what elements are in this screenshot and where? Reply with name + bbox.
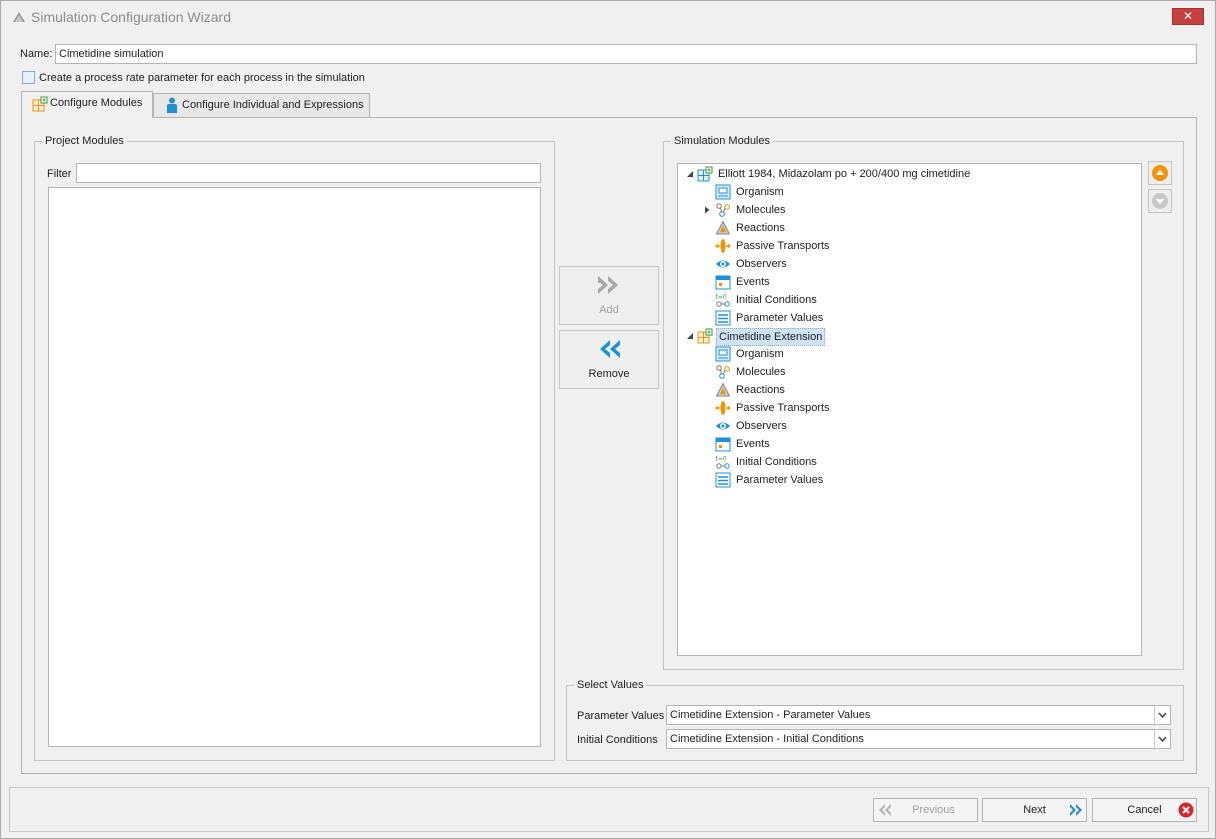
arrow-up-icon [1152, 165, 1168, 181]
initial-conditions-select[interactable]: Cimetidine Extension - Initial Condition… [666, 729, 1171, 749]
previous-button[interactable]: Previous [873, 798, 978, 822]
tree-building-block-label[interactable]: Passive Transports [734, 399, 832, 417]
remove-button-label: Remove [588, 368, 630, 380]
process-rate-checkbox-label[interactable]: Create a process rate parameter for each… [39, 71, 365, 85]
tree-building-block-row[interactable]: Events [678, 435, 1138, 453]
arrow-down-icon [1152, 193, 1168, 209]
simulation-modules-title: Simulation Modules [671, 134, 773, 148]
title-bar: Simulation Configuration Wizard ✕ [1, 1, 1215, 32]
parameter-values-label: Parameter Values [577, 710, 665, 722]
tree-building-block-label[interactable]: Organism [734, 345, 786, 363]
tree-building-block-row[interactable]: Reactions [678, 381, 1138, 399]
move-down-button[interactable] [1148, 189, 1172, 213]
close-icon: ✕ [1182, 9, 1194, 23]
tree-building-block-row[interactable]: Parameter Values [678, 309, 1138, 327]
parameter-values-dropdown-button[interactable] [1154, 706, 1170, 724]
double-chevron-right-icon [1070, 804, 1082, 816]
tree-building-block-row[interactable]: Parameter Values [678, 471, 1138, 489]
parameter-values-select[interactable]: Cimetidine Extension - Parameter Values [666, 705, 1171, 725]
tree-building-block-label[interactable]: Molecules [734, 363, 788, 381]
cancel-button[interactable]: Cancel [1092, 798, 1197, 822]
tab-configure-modules[interactable]: Configure Modules [21, 91, 153, 118]
remove-button[interactable]: Remove [559, 330, 659, 389]
tree-building-block-label[interactable]: Molecules [734, 201, 788, 219]
svg-text:t=0: t=0 [716, 456, 727, 463]
tree-building-block-label[interactable]: Events [734, 273, 772, 291]
cancel-icon [1178, 802, 1194, 818]
tree-building-block-label[interactable]: Reactions [734, 381, 787, 399]
double-chevron-left-icon [600, 340, 620, 358]
tree-building-block-label[interactable]: Observers [734, 255, 789, 273]
add-button[interactable]: Add [559, 266, 659, 325]
tree-building-block-row[interactable]: Molecules [678, 201, 1138, 219]
tree-building-block-row[interactable]: Passive Transports [678, 399, 1138, 417]
chevron-down-icon [1158, 712, 1167, 719]
window-close-button[interactable]: ✕ [1172, 8, 1204, 25]
tree-module-row[interactable]: Elliott 1984, Midazolam po + 200/400 mg … [678, 165, 1138, 183]
svg-text:t=0: t=0 [716, 294, 727, 301]
tree-building-block-label[interactable]: Parameter Values [734, 309, 825, 327]
move-up-button[interactable] [1148, 161, 1172, 185]
tree-module-label[interactable]: Cimetidine Extension [716, 328, 826, 346]
tree-building-block-label[interactable]: Organism [734, 183, 786, 201]
person-icon [167, 97, 177, 113]
select-values-title: Select Values [574, 678, 647, 692]
tree-building-block-row[interactable]: Observers [678, 417, 1138, 435]
tree-building-block-row[interactable]: Molecules [678, 363, 1138, 381]
name-label: Name: [20, 48, 53, 60]
initial-conditions-dropdown-button[interactable] [1154, 730, 1170, 748]
module-icon [32, 96, 48, 112]
project-modules-list[interactable] [48, 187, 541, 747]
parameter-values-select-value: Cimetidine Extension - Parameter Values [670, 709, 871, 721]
next-button[interactable]: Next [982, 798, 1087, 822]
tree-building-block-label[interactable]: Initial Conditions [734, 291, 819, 309]
project-modules-title: Project Modules [42, 134, 127, 148]
tab-configure-modules-label: Configure Modules [50, 97, 143, 109]
add-button-label: Add [599, 304, 619, 316]
tree-building-block-label[interactable]: Reactions [734, 219, 787, 237]
tree-building-block-row[interactable]: Passive Transports [678, 237, 1138, 255]
tab-configure-individual[interactable]: Configure Individual and Expressions [153, 93, 370, 118]
wizard-window: Simulation Configuration Wizard ✕ Name: … [0, 0, 1216, 839]
tree-module-row[interactable]: Cimetidine Extension [678, 327, 1138, 346]
window-title: Simulation Configuration Wizard [31, 9, 231, 25]
tree-building-block-label[interactable]: Parameter Values [734, 471, 825, 489]
name-input[interactable]: Cimetidine simulation [55, 44, 1197, 64]
chevron-down-icon [1158, 736, 1167, 743]
previous-button-label: Previous [912, 804, 955, 816]
tree-building-block-row[interactable]: Observers [678, 255, 1138, 273]
tree-building-block-row[interactable]: t=0 Initial Conditions [678, 453, 1138, 471]
tree-building-block-row[interactable]: t=0 Initial Conditions [678, 291, 1138, 309]
process-rate-checkbox[interactable] [22, 71, 35, 84]
tree-building-block-label[interactable]: Observers [734, 417, 789, 435]
tree-building-block-row[interactable]: Events [678, 273, 1138, 291]
tree-building-block-row[interactable]: Organism [678, 345, 1138, 363]
initial-conditions-select-value: Cimetidine Extension - Initial Condition… [670, 733, 864, 745]
tree-building-block-label[interactable]: Passive Transports [734, 237, 832, 255]
tab-configure-individual-label: Configure Individual and Expressions [182, 99, 364, 111]
tree-module-label[interactable]: Elliott 1984, Midazolam po + 200/400 mg … [716, 165, 972, 183]
tree-building-block-label[interactable]: Initial Conditions [734, 453, 819, 471]
double-chevron-left-icon [879, 804, 891, 816]
cancel-button-label: Cancel [1127, 804, 1162, 816]
filter-label: Filter [47, 168, 72, 180]
tree-building-block-row[interactable]: Reactions [678, 219, 1138, 237]
tree-building-block-row[interactable]: Organism [678, 183, 1138, 201]
simulation-modules-tree[interactable]: Elliott 1984, Midazolam po + 200/400 mg … [677, 163, 1142, 656]
initial-conditions-label: Initial Conditions [577, 734, 658, 746]
filter-input[interactable] [76, 163, 541, 183]
next-button-label: Next [1023, 804, 1046, 816]
tree-building-block-label[interactable]: Events [734, 435, 772, 453]
app-icon [13, 12, 25, 22]
double-chevron-right-icon [598, 276, 618, 294]
